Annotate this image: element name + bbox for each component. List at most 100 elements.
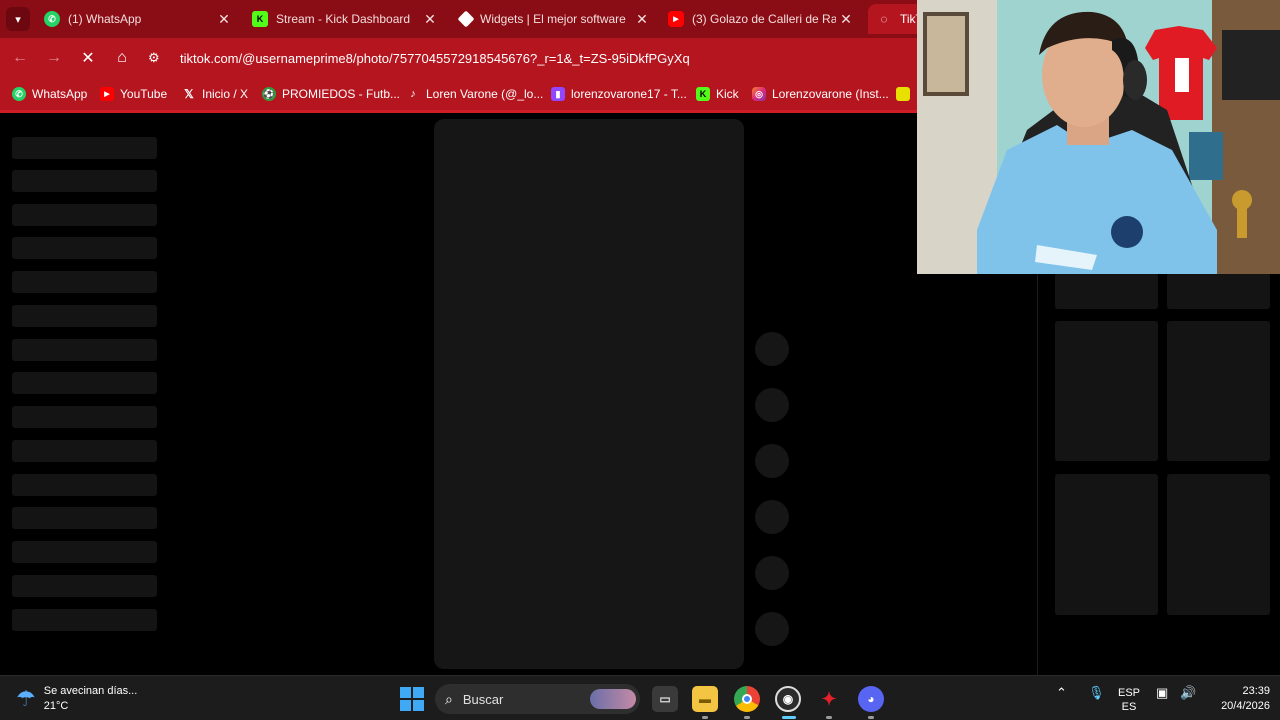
system-clock[interactable]: 23:39 20/4/2026 — [1200, 684, 1270, 714]
sidebar-skeleton-item — [12, 541, 157, 563]
whatsapp-icon: ✆ — [44, 11, 60, 27]
action-button-placeholder[interactable] — [755, 444, 789, 478]
tab-youtube-golazo[interactable]: ▶ (3) Golazo de Calleri de Rab ✕ — [660, 4, 862, 34]
tab-label: (1) WhatsApp — [68, 12, 142, 26]
webcam-feed-image — [917, 0, 1280, 274]
task-view-icon[interactable]: ▭ — [652, 686, 678, 712]
network-icon[interactable]: ▣ — [1156, 686, 1168, 700]
thumbnail-placeholder[interactable] — [1167, 273, 1270, 309]
bookmark-label: YouTube — [120, 87, 168, 101]
sidebar-skeleton-item — [12, 271, 157, 293]
file-explorer-icon[interactable]: ▬ — [692, 686, 718, 712]
sidebar-skeleton-item — [12, 507, 157, 529]
action-button-placeholder[interactable] — [755, 500, 789, 534]
obs-studio-icon[interactable]: ◉ — [775, 686, 801, 712]
twitch-icon: ▮ — [551, 87, 565, 101]
bookmark-twitch[interactable]: ▮ lorenzovarone17 - T... — [551, 84, 687, 104]
bookmark-youtube[interactable]: ▶ YouTube — [100, 84, 167, 104]
sidebar-skeleton-item — [12, 406, 157, 428]
sidebar-skeleton-item — [12, 305, 157, 327]
search-icon: ⌕ — [445, 690, 453, 707]
youtube-icon: ▶ — [100, 87, 114, 101]
whatsapp-icon: ✆ — [12, 87, 26, 101]
clock-time: 23:39 — [1242, 685, 1270, 697]
search-highlight-image — [590, 689, 636, 709]
bookmark-label: Kick — [716, 87, 739, 101]
thumbnail-placeholder[interactable] — [1055, 321, 1158, 461]
tab-kick-dashboard[interactable]: K Stream - Kick Dashboard ✕ — [244, 4, 446, 34]
tab-whatsapp[interactable]: ✆ (1) WhatsApp ✕ — [36, 4, 240, 34]
language-indicator[interactable]: ESP ES — [1118, 686, 1140, 714]
bookmark-label: lorenzovarone17 - T... — [571, 87, 687, 101]
back-arrow-icon[interactable]: ← — [8, 46, 32, 70]
language-code: ESP — [1118, 687, 1141, 699]
active-indicator — [782, 716, 796, 719]
bookmark-promiedos[interactable]: ⚽ PROMIEDOS - Futb... — [262, 84, 400, 104]
thumbnail-placeholder[interactable] — [1055, 474, 1158, 615]
streamelements-icon — [457, 10, 475, 28]
sidebar-skeleton-item — [12, 609, 157, 631]
bookmark-label: PROMIEDOS - Futb... — [282, 87, 401, 101]
thumbnail-placeholder[interactable] — [1167, 321, 1270, 461]
bookmark-x[interactable]: 𝕏 Inicio / X — [182, 84, 248, 104]
sidebar-skeleton-item — [12, 575, 157, 597]
tab-search-menu-button[interactable]: ▾ — [6, 7, 30, 31]
site-info-icon[interactable]: ⚙ — [148, 50, 168, 66]
taskbar-search-box[interactable]: ⌕ Buscar — [435, 684, 640, 714]
screen: ▾ ✆ (1) WhatsApp ✕ K Stream - Kick Dashb… — [0, 0, 1280, 720]
close-icon[interactable]: ✕ — [420, 11, 440, 28]
tab-label: (3) Golazo de Calleri de Rab — [692, 12, 836, 26]
microphone-icon[interactable]: 🎙 — [1088, 686, 1105, 700]
forward-arrow-icon[interactable]: → — [42, 46, 66, 70]
keyboard-layout: ES — [1121, 701, 1137, 713]
bookmark-label: WhatsApp — [32, 87, 88, 101]
address-bar[interactable]: ⚙ tiktok.com/@usernameprime8/photo/75770… — [148, 44, 928, 72]
photo-post-placeholder[interactable] — [434, 119, 744, 669]
bookmark-kick[interactable]: K Kick — [696, 84, 739, 104]
action-button-placeholder[interactable] — [755, 332, 789, 366]
close-icon[interactable]: ✕ — [836, 11, 856, 28]
action-button-placeholder[interactable] — [755, 556, 789, 590]
windows-start-icon[interactable] — [400, 687, 424, 711]
bookmark-tiktok[interactable]: ♪ Loren Varone (@_lo... — [406, 84, 543, 104]
action-button-placeholder[interactable] — [755, 388, 789, 422]
sidebar-skeleton-item — [12, 204, 157, 226]
sidebar-skeleton-item — [12, 440, 157, 462]
tab-label: Widgets | El mejor software — [480, 12, 626, 26]
bookmark-instagram[interactable]: ◎ Lorenzovarone (Inst... — [752, 84, 889, 104]
discord-icon[interactable]: ◕ — [858, 686, 884, 712]
webcam-overlay — [917, 0, 1280, 274]
weather-rain-icon: ☂ — [16, 686, 36, 711]
chevron-up-icon[interactable]: ⌃ — [1056, 686, 1067, 700]
action-button-placeholder[interactable] — [755, 612, 789, 646]
chrome-icon[interactable] — [734, 686, 760, 712]
running-indicator — [826, 716, 832, 719]
red-app-icon[interactable]: ✦ — [816, 686, 842, 712]
kick-icon: K — [252, 11, 268, 27]
bookmark-label: Inicio / X — [202, 87, 249, 101]
volume-icon[interactable]: 🔊 — [1180, 686, 1196, 700]
close-icon[interactable]: ✕ — [214, 11, 234, 28]
stop-loading-icon[interactable]: ✕ — [76, 46, 100, 70]
tab-widgets[interactable]: Widgets | El mejor software ✕ — [452, 4, 658, 34]
x-icon: 𝕏 — [184, 87, 194, 101]
youtube-icon: ▶ — [668, 11, 684, 27]
running-indicator — [702, 716, 708, 719]
sidebar-skeleton-item — [12, 372, 157, 394]
home-icon[interactable]: ⌂ — [110, 46, 134, 70]
close-icon[interactable]: ✕ — [632, 11, 652, 28]
promiedos-icon: ⚽ — [262, 87, 276, 101]
running-indicator — [868, 716, 874, 719]
thumbnail-placeholder[interactable] — [1055, 273, 1158, 309]
weather-text: Se avecinan días... — [43, 685, 138, 697]
bookmark-label: Lorenzovarone (Inst... — [772, 87, 889, 101]
instagram-icon: ◎ — [752, 87, 766, 101]
bookmark-extra[interactable] — [896, 84, 916, 104]
sidebar-skeleton-item — [12, 339, 157, 361]
sidebar-skeleton-item — [12, 170, 157, 192]
thumbnail-placeholder[interactable] — [1167, 474, 1270, 615]
weather-widget[interactable]: ☂ Se avecinan días... 21°C — [16, 684, 137, 714]
kick-icon: K — [696, 87, 710, 101]
sidebar-skeleton-item — [12, 137, 157, 159]
bookmark-whatsapp[interactable]: ✆ WhatsApp — [12, 84, 87, 104]
